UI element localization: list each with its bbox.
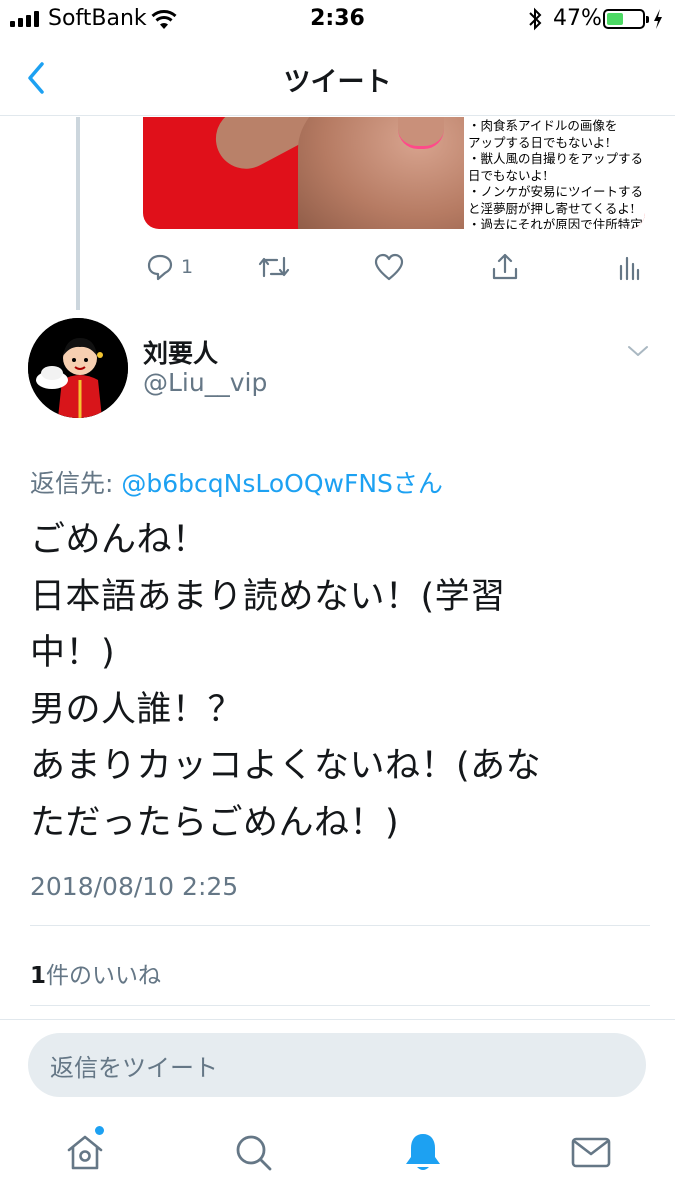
reply-placeholder: 返信をツイート — [50, 1053, 218, 1082]
reply-input[interactable]: 返信をツイート — [28, 1033, 646, 1097]
reply-icon — [147, 254, 173, 281]
reply-to-line: 返信先: @b6bcqNsLoOQwFNSさん — [30, 464, 443, 500]
charging-icon — [654, 9, 662, 29]
battery-percent: 47% — [553, 6, 602, 31]
search-icon — [236, 1135, 272, 1171]
tweet-media-image[interactable]: ・肉食系アイドルの画像を アップする日でもないよ! ・獣人風の自撮りをアップする… — [143, 117, 645, 229]
retweet-icon — [258, 256, 290, 278]
tweet-text-line: 日本語あまり読めない！(学習 — [30, 576, 506, 617]
share-icon — [492, 253, 518, 280]
tab-notifications[interactable] — [401, 1130, 445, 1174]
tab-bar — [0, 1110, 675, 1200]
like-button[interactable] — [373, 250, 405, 284]
like-icon — [374, 253, 404, 281]
tab-search[interactable] — [231, 1130, 275, 1174]
page-title: ツイート — [283, 67, 392, 98]
tweet-text-line: 中！) — [30, 633, 116, 673]
author-handle[interactable]: @Liu__vip — [143, 368, 267, 397]
tab-messages[interactable] — [569, 1130, 613, 1174]
home-notification-dot — [95, 1126, 104, 1135]
likes-label: 件のいいね — [46, 963, 162, 989]
tweet-timestamp: 2018/08/10 2:25 — [30, 872, 239, 901]
retweet-button[interactable] — [257, 250, 291, 284]
author-name[interactable]: 刘要人 — [143, 334, 218, 370]
share-button[interactable] — [490, 250, 520, 284]
avatar-illustration — [28, 318, 128, 418]
tweet-text-line: ごめんね！ — [30, 520, 208, 560]
analytics-icon — [619, 256, 640, 281]
tweet-text: ごめんね！ 日本語あまり読めない！(学習 中！) 男の人誰！？ あまりカッコよく… — [30, 512, 630, 851]
battery-icon — [603, 9, 649, 29]
tweet-text-line: あまりカッコよくないね！(あな — [30, 746, 542, 786]
reply-count: 1 — [181, 256, 194, 278]
tweet-text-line: 男の人誰！？ — [30, 689, 244, 730]
status-bar: SoftBank 2:36 47% — [0, 0, 675, 40]
nav-bar: ツイート — [0, 40, 675, 116]
analytics-button[interactable] — [617, 250, 641, 284]
tab-home[interactable] — [63, 1126, 107, 1174]
home-icon — [67, 1135, 103, 1170]
media-caption: ・肉食系アイドルの画像を アップする日でもないよ! ・獣人風の自撮りをアップする… — [464, 117, 645, 229]
avatar[interactable] — [28, 318, 128, 418]
bluetooth-icon — [529, 7, 542, 31]
notifications-icon — [406, 1134, 440, 1170]
messages-icon — [571, 1137, 611, 1168]
divider — [30, 925, 650, 926]
divider — [30, 1005, 650, 1006]
reply-button[interactable]: 1 — [145, 250, 193, 284]
chevron-down-icon[interactable] — [626, 342, 650, 360]
likes-number: 1 — [30, 963, 47, 989]
thread-connector-line — [76, 117, 80, 310]
parent-tweet-actions: 1 — [143, 250, 645, 286]
reply-to-label: 返信先: — [30, 469, 122, 498]
reply-to-mention[interactable]: @b6bcqNsLoOQwFNSさん — [121, 469, 443, 498]
divider — [0, 1019, 675, 1020]
tweet-text-line: ただったらごめんね！) — [30, 802, 400, 843]
likes-count[interactable]: 1件のいいね — [30, 956, 161, 990]
